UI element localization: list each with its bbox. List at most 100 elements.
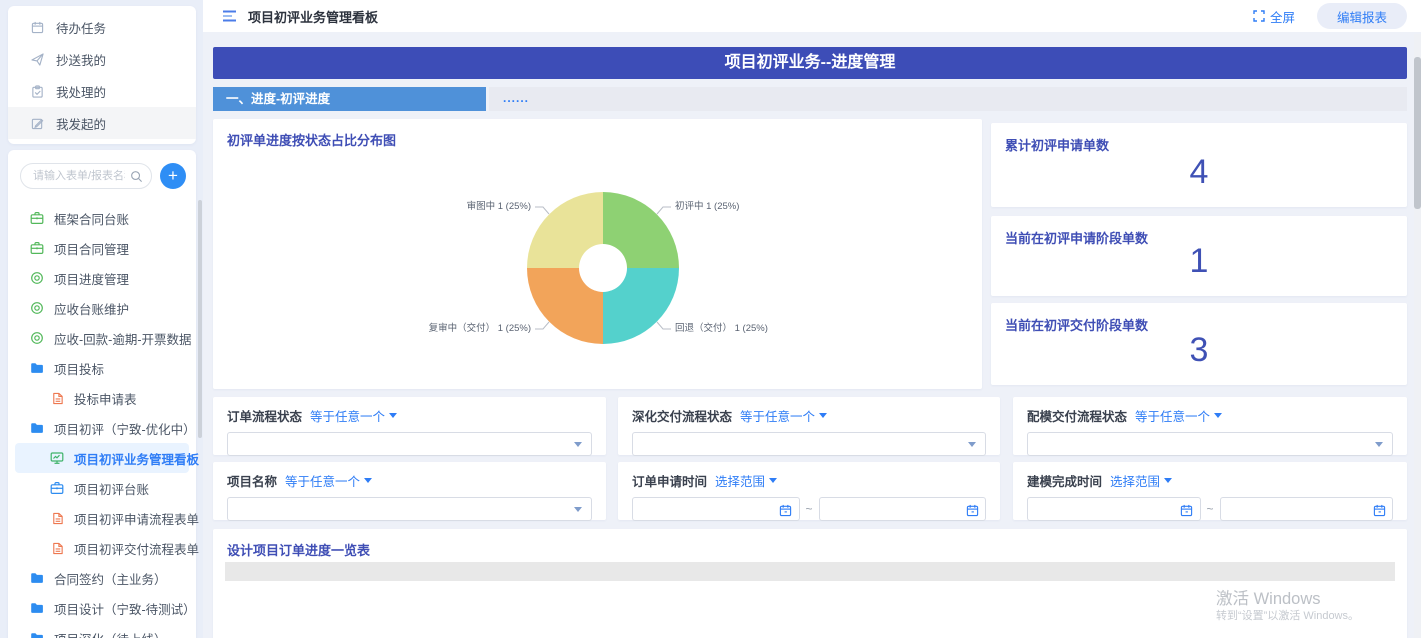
tree-item-label: 项目深化（待上线）	[54, 629, 167, 638]
edit-report-button[interactable]: 编辑报表	[1317, 3, 1407, 29]
tree-item-initial-eval-folder[interactable]: 项目初评（宁致-优化中）	[8, 413, 196, 443]
tree-item-contract-signing[interactable]: 合同签约（主业务）	[8, 563, 196, 593]
filter-condition-dropdown[interactable]: 等于任意一个	[285, 471, 372, 490]
calendar-icon	[1372, 503, 1386, 517]
edit-doc-icon	[30, 116, 44, 130]
main-scrollbar-thumb[interactable]	[1414, 57, 1421, 209]
chevron-down-icon	[968, 442, 976, 447]
page-title: 项目初评业务管理看板	[248, 7, 378, 26]
filter-condition-label: 等于任意一个	[1135, 406, 1210, 425]
tree-item-project-design[interactable]: 项目设计（宁致-待测试）	[8, 593, 196, 623]
pie-chart-card: 初评单进度按状态占比分布图 初评中 1 (25%) 审图中 1 (25%) 回退…	[213, 119, 982, 389]
add-button[interactable]: +	[160, 163, 186, 189]
sidebar-item-initiated-by-me[interactable]: 我发起的	[8, 107, 196, 139]
pie-label-rollback-delivery: 回退（交付） 1 (25%)	[675, 323, 768, 335]
tree-item-receivable-ledger[interactable]: 应收台账维护	[8, 293, 196, 323]
sidebar-item-cc-to-me[interactable]: 抄送我的	[8, 43, 196, 75]
file-icon	[50, 391, 64, 405]
tree-item-clipped-last[interactable]: 项目深化（待上线）	[8, 623, 196, 638]
filter-order-flow-status: 订单流程状态 等于任意一个	[213, 397, 606, 455]
filter-label: 配模交付流程状态	[1027, 406, 1127, 425]
tree-item-initial-eval-ledger[interactable]: 项目初评台账	[8, 473, 196, 503]
filter-condition-dropdown[interactable]: 等于任意一个	[740, 406, 827, 425]
deepen-delivery-status-select[interactable]	[632, 432, 986, 456]
filter-order-apply-time: 订单申请时间 选择范围 ~	[618, 462, 1000, 520]
chevron-down-icon	[389, 413, 397, 418]
page-topbar: 项目初评业务管理看板 全屏 编辑报表	[203, 0, 1421, 32]
stat-card-in-delivery-stage: 当前在初评交付阶段单数 3	[991, 303, 1407, 385]
target-icon	[30, 301, 44, 315]
sidebar-scrollbar-thumb[interactable]	[198, 200, 202, 438]
tree-item-label: 项目初评业务管理看板	[74, 449, 199, 468]
stat-value: 1	[991, 242, 1407, 281]
calendar-icon	[965, 503, 979, 517]
tree-item-bid-application-form[interactable]: 投标申请表	[8, 383, 196, 413]
fullscreen-label: 全屏	[1270, 7, 1295, 26]
table-header-row	[225, 562, 1395, 581]
sidebar-item-handled-by-me[interactable]: 我处理的	[8, 75, 196, 107]
mold-delivery-status-select[interactable]	[1027, 432, 1393, 456]
stat-card-in-application-stage: 当前在初评申请阶段单数 1	[991, 216, 1407, 296]
project-name-select[interactable]	[227, 497, 592, 521]
target-icon	[30, 271, 44, 285]
folder-icon	[30, 631, 44, 638]
tree-item-label: 应收台账维护	[54, 299, 129, 318]
tree-item-project-bidding[interactable]: 项目投标	[8, 353, 196, 383]
dashboard-icon	[50, 451, 64, 465]
modeling-start-date-input[interactable]	[1027, 497, 1201, 521]
tree-item-initial-eval-dashboard[interactable]: 项目初评业务管理看板	[15, 443, 189, 473]
tab-progress-initial-eval[interactable]: 一、进度-初评进度	[213, 87, 486, 111]
tab-more[interactable]: ......	[489, 87, 1407, 111]
modeling-end-date-input[interactable]	[1220, 497, 1394, 521]
chevron-down-icon	[574, 507, 582, 512]
collapse-menu-icon[interactable]	[223, 10, 239, 22]
chevron-down-icon	[574, 442, 582, 447]
order-flow-status-select[interactable]	[227, 432, 592, 456]
filter-condition-label: 选择范围	[715, 471, 765, 490]
tree-item-label: 项目合同管理	[54, 239, 129, 258]
chevron-down-icon	[769, 478, 777, 483]
tree-item-label: 项目设计（宁致-待测试）	[54, 599, 196, 618]
tree-item-initial-eval-delivery-form[interactable]: 项目初评交付流程表单	[8, 533, 196, 563]
form-tree: 框架合同台账 项目合同管理 项目进度管理 应收台账维护 应收-回款-逾期-开票数…	[8, 197, 196, 638]
order-apply-start-date-input[interactable]	[632, 497, 800, 521]
pie-label-evaluating: 初评中 1 (25%)	[675, 201, 739, 213]
clipboard-check-icon	[30, 84, 44, 98]
filter-condition-label: 等于任意一个	[310, 406, 385, 425]
fullscreen-icon	[1253, 10, 1265, 22]
filter-label: 建模完成时间	[1027, 471, 1102, 490]
folder-icon	[30, 361, 44, 375]
sidebar-item-todo-tasks[interactable]: 待办任务	[8, 11, 196, 43]
pie-label-drawing-review: 审图中 1 (25%)	[467, 201, 531, 213]
tree-item-project-progress-mgmt[interactable]: 项目进度管理	[8, 263, 196, 293]
filter-condition-label: 等于任意一个	[740, 406, 815, 425]
chevron-down-icon	[364, 478, 372, 483]
tree-item-frame-contract-ledger[interactable]: 框架合同台账	[8, 203, 196, 233]
chevron-down-icon	[1214, 413, 1222, 418]
pie-label-rereview-delivery: 复审中（交付） 1 (25%)	[429, 323, 531, 335]
chevron-down-icon	[1164, 478, 1172, 483]
folder-icon	[30, 421, 44, 435]
main-scrollbar-track[interactable]	[1414, 34, 1421, 638]
search-icon[interactable]	[129, 169, 143, 183]
dashboard-banner-title: 项目初评业务--进度管理	[213, 47, 1407, 79]
order-apply-end-date-input[interactable]	[819, 497, 987, 521]
pie-chart-title: 初评单进度按状态占比分布图	[227, 130, 396, 149]
date-range-separator: ~	[1207, 502, 1214, 516]
tree-item-initial-eval-apply-form[interactable]: 项目初评申请流程表单	[8, 503, 196, 533]
filter-condition-dropdown[interactable]: 等于任意一个	[310, 406, 397, 425]
filter-condition-dropdown[interactable]: 等于任意一个	[1135, 406, 1222, 425]
sidebar-item-label: 我处理的	[56, 82, 106, 101]
sidebar-item-label: 待办任务	[56, 18, 106, 37]
donut-chart[interactable]	[527, 192, 679, 344]
file-icon	[50, 511, 64, 525]
fullscreen-button[interactable]: 全屏	[1253, 7, 1295, 26]
filter-condition-dropdown[interactable]: 选择范围	[715, 471, 777, 490]
tree-item-receivable-data[interactable]: 应收-回款-逾期-开票数据	[8, 323, 196, 353]
tree-item-label: 项目初评（宁致-优化中）	[54, 419, 196, 438]
filter-condition-dropdown[interactable]: 选择范围	[1110, 471, 1172, 490]
briefcase-icon	[30, 241, 44, 255]
file-icon	[50, 541, 64, 555]
stat-title: 累计初评申请单数	[1005, 135, 1109, 154]
tree-item-project-contract-mgmt[interactable]: 项目合同管理	[8, 233, 196, 263]
